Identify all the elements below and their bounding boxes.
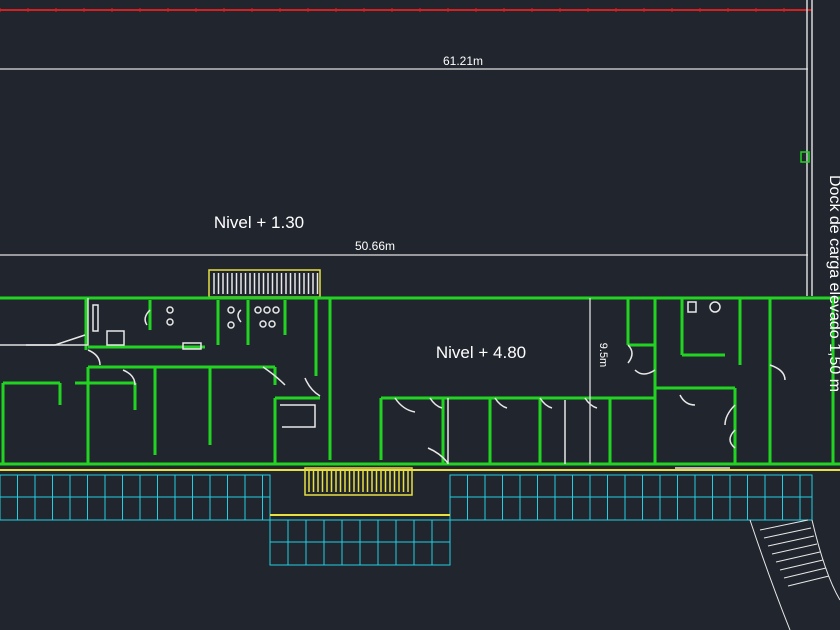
- cad-line: [783, 567, 827, 579]
- cad-line: [763, 527, 812, 539]
- cad-line: [759, 519, 809, 531]
- cad-line: [771, 543, 818, 555]
- level-label-lower: Nivel + 1.30: [214, 213, 304, 232]
- property-boundary: [0, 8, 812, 12]
- dimension-overall-label: 61.21m: [443, 54, 483, 68]
- terrace-grid: [0, 469, 840, 630]
- dimension-overall: 61.21m: [0, 54, 808, 70]
- cad-line: [787, 575, 830, 587]
- walls: [0, 296, 840, 466]
- cad-drawing-canvas[interactable]: 61.21m 50.66m Nivel + 1.30 9.5m Nivel + …: [0, 0, 840, 630]
- stair-bottom: [304, 467, 413, 496]
- cad-line: [779, 559, 824, 571]
- dimension-depth-label: 9.5m: [597, 343, 609, 367]
- stair-top: [208, 269, 321, 298]
- cad-line: [767, 535, 815, 547]
- level-label-upper: Nivel + 4.80: [436, 343, 526, 362]
- floor-plan: 61.21m 50.66m Nivel + 1.30 9.5m Nivel + …: [0, 0, 840, 630]
- dimension-building-label: 50.66m: [355, 239, 395, 253]
- fixtures: [26, 301, 730, 469]
- dock-edge: [800, 0, 813, 296]
- dimension-depth: 9.5m: [589, 298, 609, 464]
- cad-line: [775, 551, 821, 563]
- dimension-building: 50.66m: [0, 239, 808, 256]
- dock-label: Dock de carga elevado 1,50 m: [826, 175, 840, 392]
